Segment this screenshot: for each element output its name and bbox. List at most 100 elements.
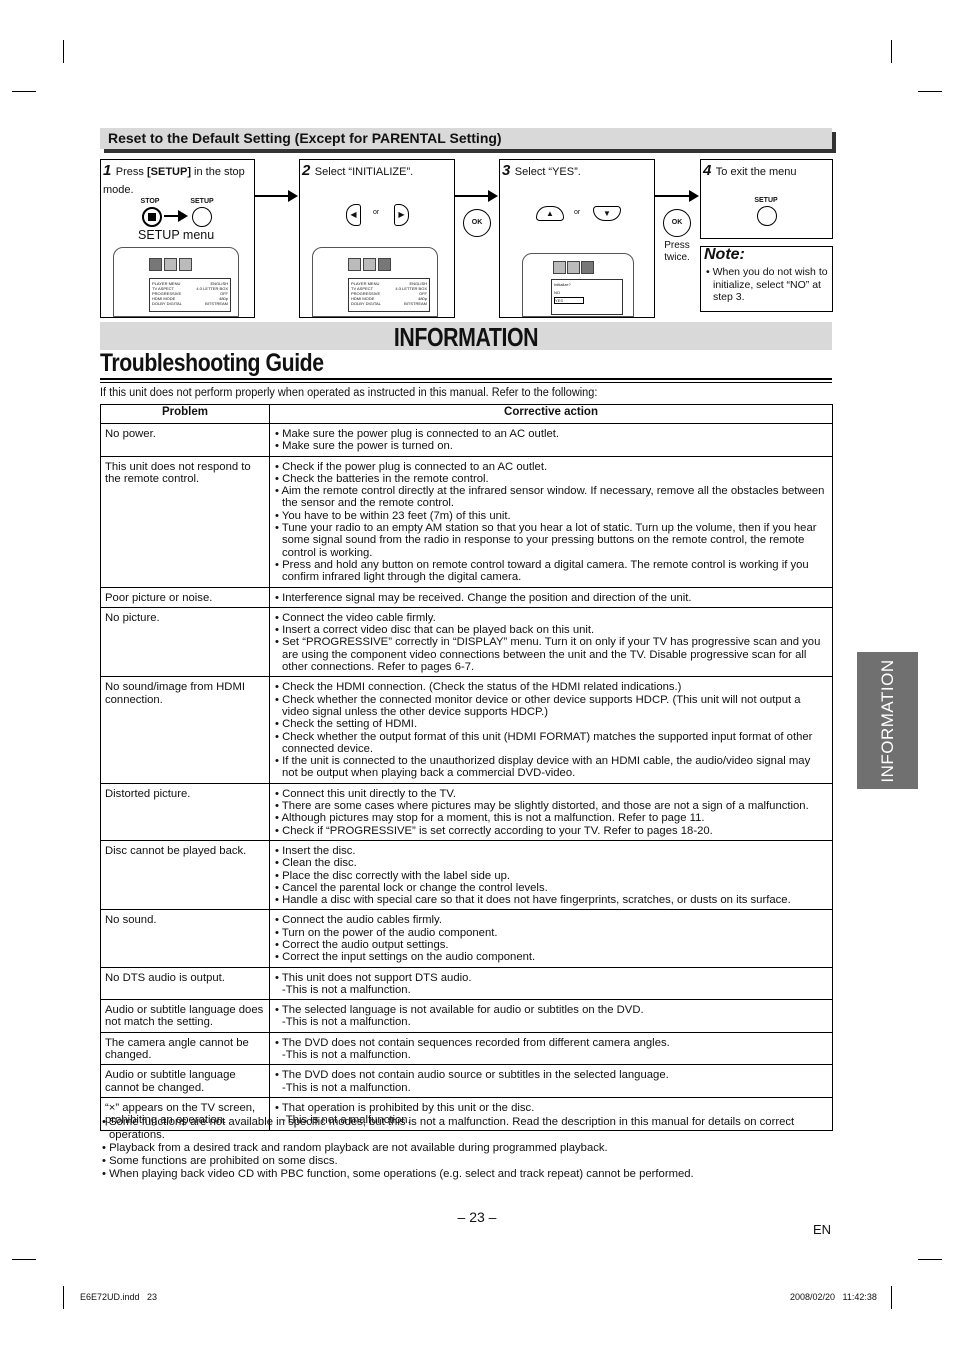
problem-cell: Disc cannot be played back. [100,839,270,911]
action-note: -This is not a malfunction. [282,1049,411,1062]
menu-value: BITSTREAM [205,301,228,306]
ok-button-icon: OK [663,209,691,237]
arrow-icon [164,211,188,221]
page-title: Troubleshooting Guide [100,349,324,377]
action-text: This unit does not support DTS audio. [281,971,472,984]
action-text: Correct the audio output settings. [282,938,449,951]
action-note: -This is not a malfunction. [282,1081,411,1094]
step-2-panel: 2 Select “INITIALIZE”. ◀ or ▶ PLAYER MEN… [299,159,455,318]
corrective-action-cell: • Connect the video cable firmly. • Inser… [269,606,833,678]
action-item: • Place the disc correctly with the labe… [273,870,828,882]
step-2-instruction: 2 Select “INITIALIZE”. [302,162,413,180]
note-title: Note: [704,246,745,263]
option-no: NO [554,290,560,295]
action-item: • Connect the audio cables firmly. [273,914,828,926]
step-1-instruction: 1 Press [SETUP] in the stop mode. [103,162,251,198]
action-item: • The selected language is not available… [273,1004,828,1016]
action-text: If the unit is connected to the unauthor… [282,755,811,780]
action-item: • Although pictures may stop for a momen… [273,812,828,824]
action-item: • Aim the remote control directly at the… [273,485,828,510]
page-number: – 23 – [457,1209,497,1225]
action-text: Handle a disc with special care so that … [282,894,791,907]
action-item: • Check the batteries in the remote cont… [273,473,828,485]
corrective-action-cell: • Connect this unit directly to the TV. •… [269,782,833,841]
action-note: -This is not a malfunction. [282,1016,411,1029]
note-text-content: When you do not wish to initialize, sele… [712,266,828,303]
crop-mark [891,1286,892,1309]
bullet-icon: • [275,1069,282,1082]
action-item: • This unit does not support DTS audio. [273,972,828,984]
action-text: Connect this unit directly to the TV. [282,787,457,800]
problem-cell: Poor picture or noise. [100,586,270,608]
action-text: Although pictures may stop for a moment,… [281,812,705,825]
action-text: That operation is prohibited by this uni… [281,1101,535,1114]
problem-cell: Audio or subtitle language cannot be cha… [100,1064,270,1098]
table-row: No DTS audio is output. • This unit does … [100,966,833,1001]
footnote-item: • Some functions are not available in sp… [100,1116,832,1142]
bullet-icon: • [275,971,282,984]
footnotes: • Some functions are not available in sp… [100,1116,832,1181]
action-text: Check whether the connected monitor devi… [282,693,801,718]
action-item: • Check the HDMI connection. (Check the … [273,681,828,693]
corrective-action-cell: • Insert the disc. • Clean the disc. • Pla… [269,839,833,911]
action-item: • Insert the disc. [273,845,828,857]
table-row: No power. • Make sure the power plug is c… [100,423,833,457]
action-item: • If the unit is connected to the unauth… [273,755,828,780]
note-box: Note: • When you do not wish to initiali… [700,246,833,312]
initialize-label: Initialize? [554,282,571,287]
or-label: or [574,209,581,216]
action-text: Insert the disc. [282,844,356,857]
footnote-item: • When playing back video CD with PBC fu… [100,1168,832,1181]
option-yes: YES [554,297,584,304]
step-text: Select “YES”. [514,166,581,178]
action-text: Check if the power plug is connected to … [282,460,548,473]
divider [100,382,832,383]
menu-row: DOLBY DIGITAL BITSTREAM [351,301,427,306]
or-label: or [373,209,380,216]
action-text: Cancel the parental lock or change the c… [282,881,548,894]
action-text: Check if “PROGRESSIVE” is set correctly … [282,824,713,837]
action-text: Set “PROGRESSIVE” correctly in “DISPLAY”… [282,636,821,674]
footnote-item: • Some functions are prohibited on some … [100,1155,832,1168]
table-body: No power. • Make sure the power plug is c… [100,423,833,1131]
crop-mark [63,1286,64,1309]
corrective-action-cell: • Check if the power plug is connected t… [269,455,833,588]
action-item: • You have to be within 23 feet (7m) of … [273,510,828,522]
action-item: • Insert a correct video disc that can b… [273,624,828,636]
tab-icon [149,258,162,271]
tv-screen-illustration: Initialize? NO YES [522,253,634,317]
corrective-action-cell: • Connect the audio cables firmly. • Turn… [269,909,833,968]
corrective-action-cell: • Interference signal may be received. C… [269,586,833,608]
table-row: Audio or subtitle language cannot be cha… [100,1064,833,1098]
note-text: • When you do not wish to initialize, se… [706,266,828,303]
tv-screen-illustration: PLAYER MENU ENGLISH TV ASPECT 4:3 LETTER B… [113,247,239,317]
bullet-icon: • [275,1004,282,1017]
arrow-icon [654,190,699,202]
side-tab-label: INFORMATION [877,658,897,783]
problem-cell: Distorted picture. [100,782,270,841]
action-item: • Press and hold any button on remote co… [273,559,828,584]
table-row: Distorted picture. • Connect this unit di… [100,782,833,841]
column-header-corrective-action: Corrective action [269,404,833,424]
tv-screen-illustration: PLAYER MENU ENGLISH TV ASPECT 4:3 LETTER B… [312,247,438,317]
problem-cell: The camera angle cannot be changed. [100,1031,270,1066]
setup-label: SETUP [754,197,778,204]
table-row: Poor picture or noise. • Interference sig… [100,586,833,608]
crop-mark [12,1259,36,1260]
problem-cell: No power. [100,423,270,457]
bullet-icon: • [275,1101,282,1114]
action-item: • That operation is prohibited by this u… [273,1102,828,1114]
action-text: Insert a correct video disc that can be … [282,624,595,637]
action-item: • Clean the disc. [273,857,828,869]
step-3-panel: 3 Select “YES”. ▲ or ▼ Initialize? NO YE… [499,159,655,318]
tab-icon [553,261,566,274]
table-row: Disc cannot be played back. • Insert the … [100,839,833,911]
crop-mark [63,40,64,63]
action-item: • Turn on the power of the audio compone… [273,927,828,939]
tab-icon [581,261,594,274]
action-item: • Cancel the parental lock or change the… [273,882,828,894]
step-text: Press [SETUP] in the stop mode. [103,166,245,196]
intro-text: If this unit does not perform properly w… [100,387,598,399]
bullet-icon: • [275,800,282,813]
step-number: 1 [103,162,112,179]
